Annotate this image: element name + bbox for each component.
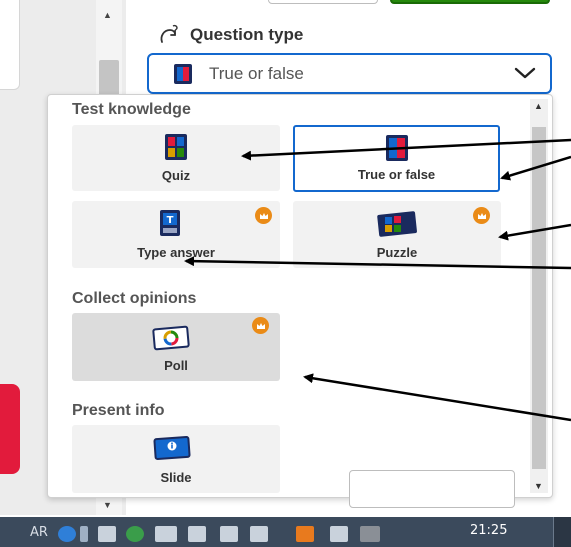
- clock-time[interactable]: 21:25: [470, 523, 507, 538]
- section-collect-opinions: Collect opinions: [72, 290, 197, 307]
- true-false-icon: [386, 135, 408, 161]
- type-answer-option[interactable]: T Type answer: [72, 201, 280, 268]
- keyboard-icon[interactable]: [80, 526, 88, 542]
- monitor-icon[interactable]: [330, 526, 348, 542]
- dropdown-scroll-down-icon[interactable]: ▼: [534, 481, 543, 491]
- type-answer-icon: T: [160, 210, 180, 236]
- slide-icon: [153, 435, 191, 461]
- network-globe-icon[interactable]: [126, 526, 144, 542]
- help-icon[interactable]: [58, 526, 76, 542]
- poll-icon: [152, 325, 190, 351]
- taskbar: AR 21:25: [0, 517, 571, 547]
- puzzle-option[interactable]: Puzzle: [293, 201, 501, 268]
- app-window: ▲ ▼ Question type True or false Test kno…: [0, 0, 571, 547]
- language-indicator[interactable]: AR: [30, 525, 48, 540]
- premium-crown-icon: [255, 207, 272, 224]
- top-outline-button[interactable]: [268, 0, 378, 4]
- premium-crown-icon: [252, 317, 269, 334]
- signal-icon[interactable]: [155, 526, 177, 542]
- question-type-title: Question type: [190, 25, 304, 44]
- quiz-option[interactable]: Quiz: [72, 125, 280, 191]
- premium-crown-icon: [473, 207, 490, 224]
- power-icon[interactable]: [98, 526, 116, 542]
- true-false-icon: [174, 63, 192, 84]
- question-type-dropdown: Test knowledge Quiz True or false T Type…: [47, 94, 553, 498]
- slide-list-panel[interactable]: [0, 0, 20, 90]
- usb-icon[interactable]: [250, 526, 268, 542]
- volume-icon[interactable]: [188, 526, 206, 542]
- dropdown-scroll-up-icon[interactable]: ▲: [534, 101, 543, 111]
- flag-icon[interactable]: [220, 526, 238, 542]
- app-icon[interactable]: [296, 526, 314, 542]
- svg-text:T: T: [167, 215, 174, 226]
- chevron-down-icon[interactable]: [514, 65, 536, 81]
- poll-option-label: Poll: [164, 358, 188, 373]
- section-present-info: Present info: [72, 402, 165, 419]
- top-green-button[interactable]: [390, 0, 550, 4]
- section-test-knowledge: Test knowledge: [72, 101, 191, 118]
- show-desktop-button[interactable]: [553, 517, 571, 547]
- selected-question-type: True or false: [209, 63, 304, 83]
- quiz-option-label: Quiz: [161, 168, 191, 183]
- partial-button[interactable]: [349, 470, 515, 508]
- poll-option[interactable]: Poll: [72, 313, 280, 381]
- page-scroll-up-icon[interactable]: ▲: [103, 10, 112, 20]
- side-tab[interactable]: [0, 384, 20, 474]
- type-answer-option-label: Type answer: [137, 245, 215, 260]
- tray-icon[interactable]: [360, 526, 380, 542]
- question-type-header: Question type: [158, 24, 303, 46]
- quiz-icon: [165, 134, 187, 160]
- true-false-option-label: True or false: [357, 167, 436, 182]
- dropdown-scrollbar-thumb[interactable]: [532, 127, 546, 469]
- puzzle-icon: [377, 211, 417, 237]
- question-type-select[interactable]: True or false: [147, 53, 552, 94]
- true-false-option[interactable]: True or false: [293, 125, 500, 192]
- question-type-icon: [160, 24, 178, 43]
- page-scroll-down-icon[interactable]: ▼: [103, 500, 112, 510]
- slide-option-label: Slide: [160, 470, 192, 485]
- puzzle-option-label: Puzzle: [376, 245, 418, 260]
- slide-option[interactable]: Slide: [72, 425, 280, 493]
